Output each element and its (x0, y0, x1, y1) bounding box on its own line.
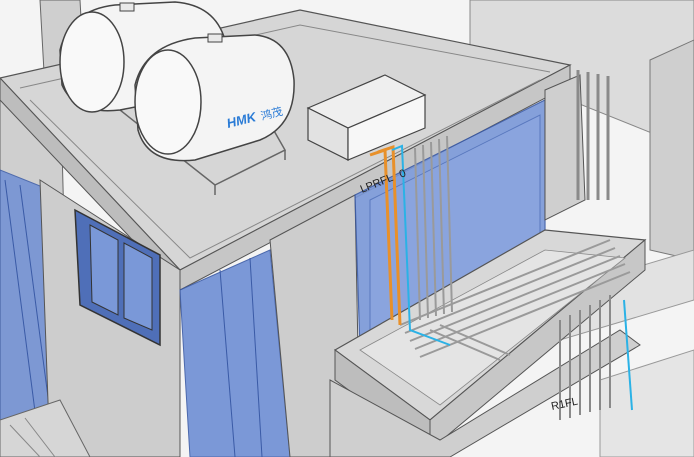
bim-building-diagram: HMK 鸿茂 LPRFL 0 R1FL (0, 0, 694, 457)
